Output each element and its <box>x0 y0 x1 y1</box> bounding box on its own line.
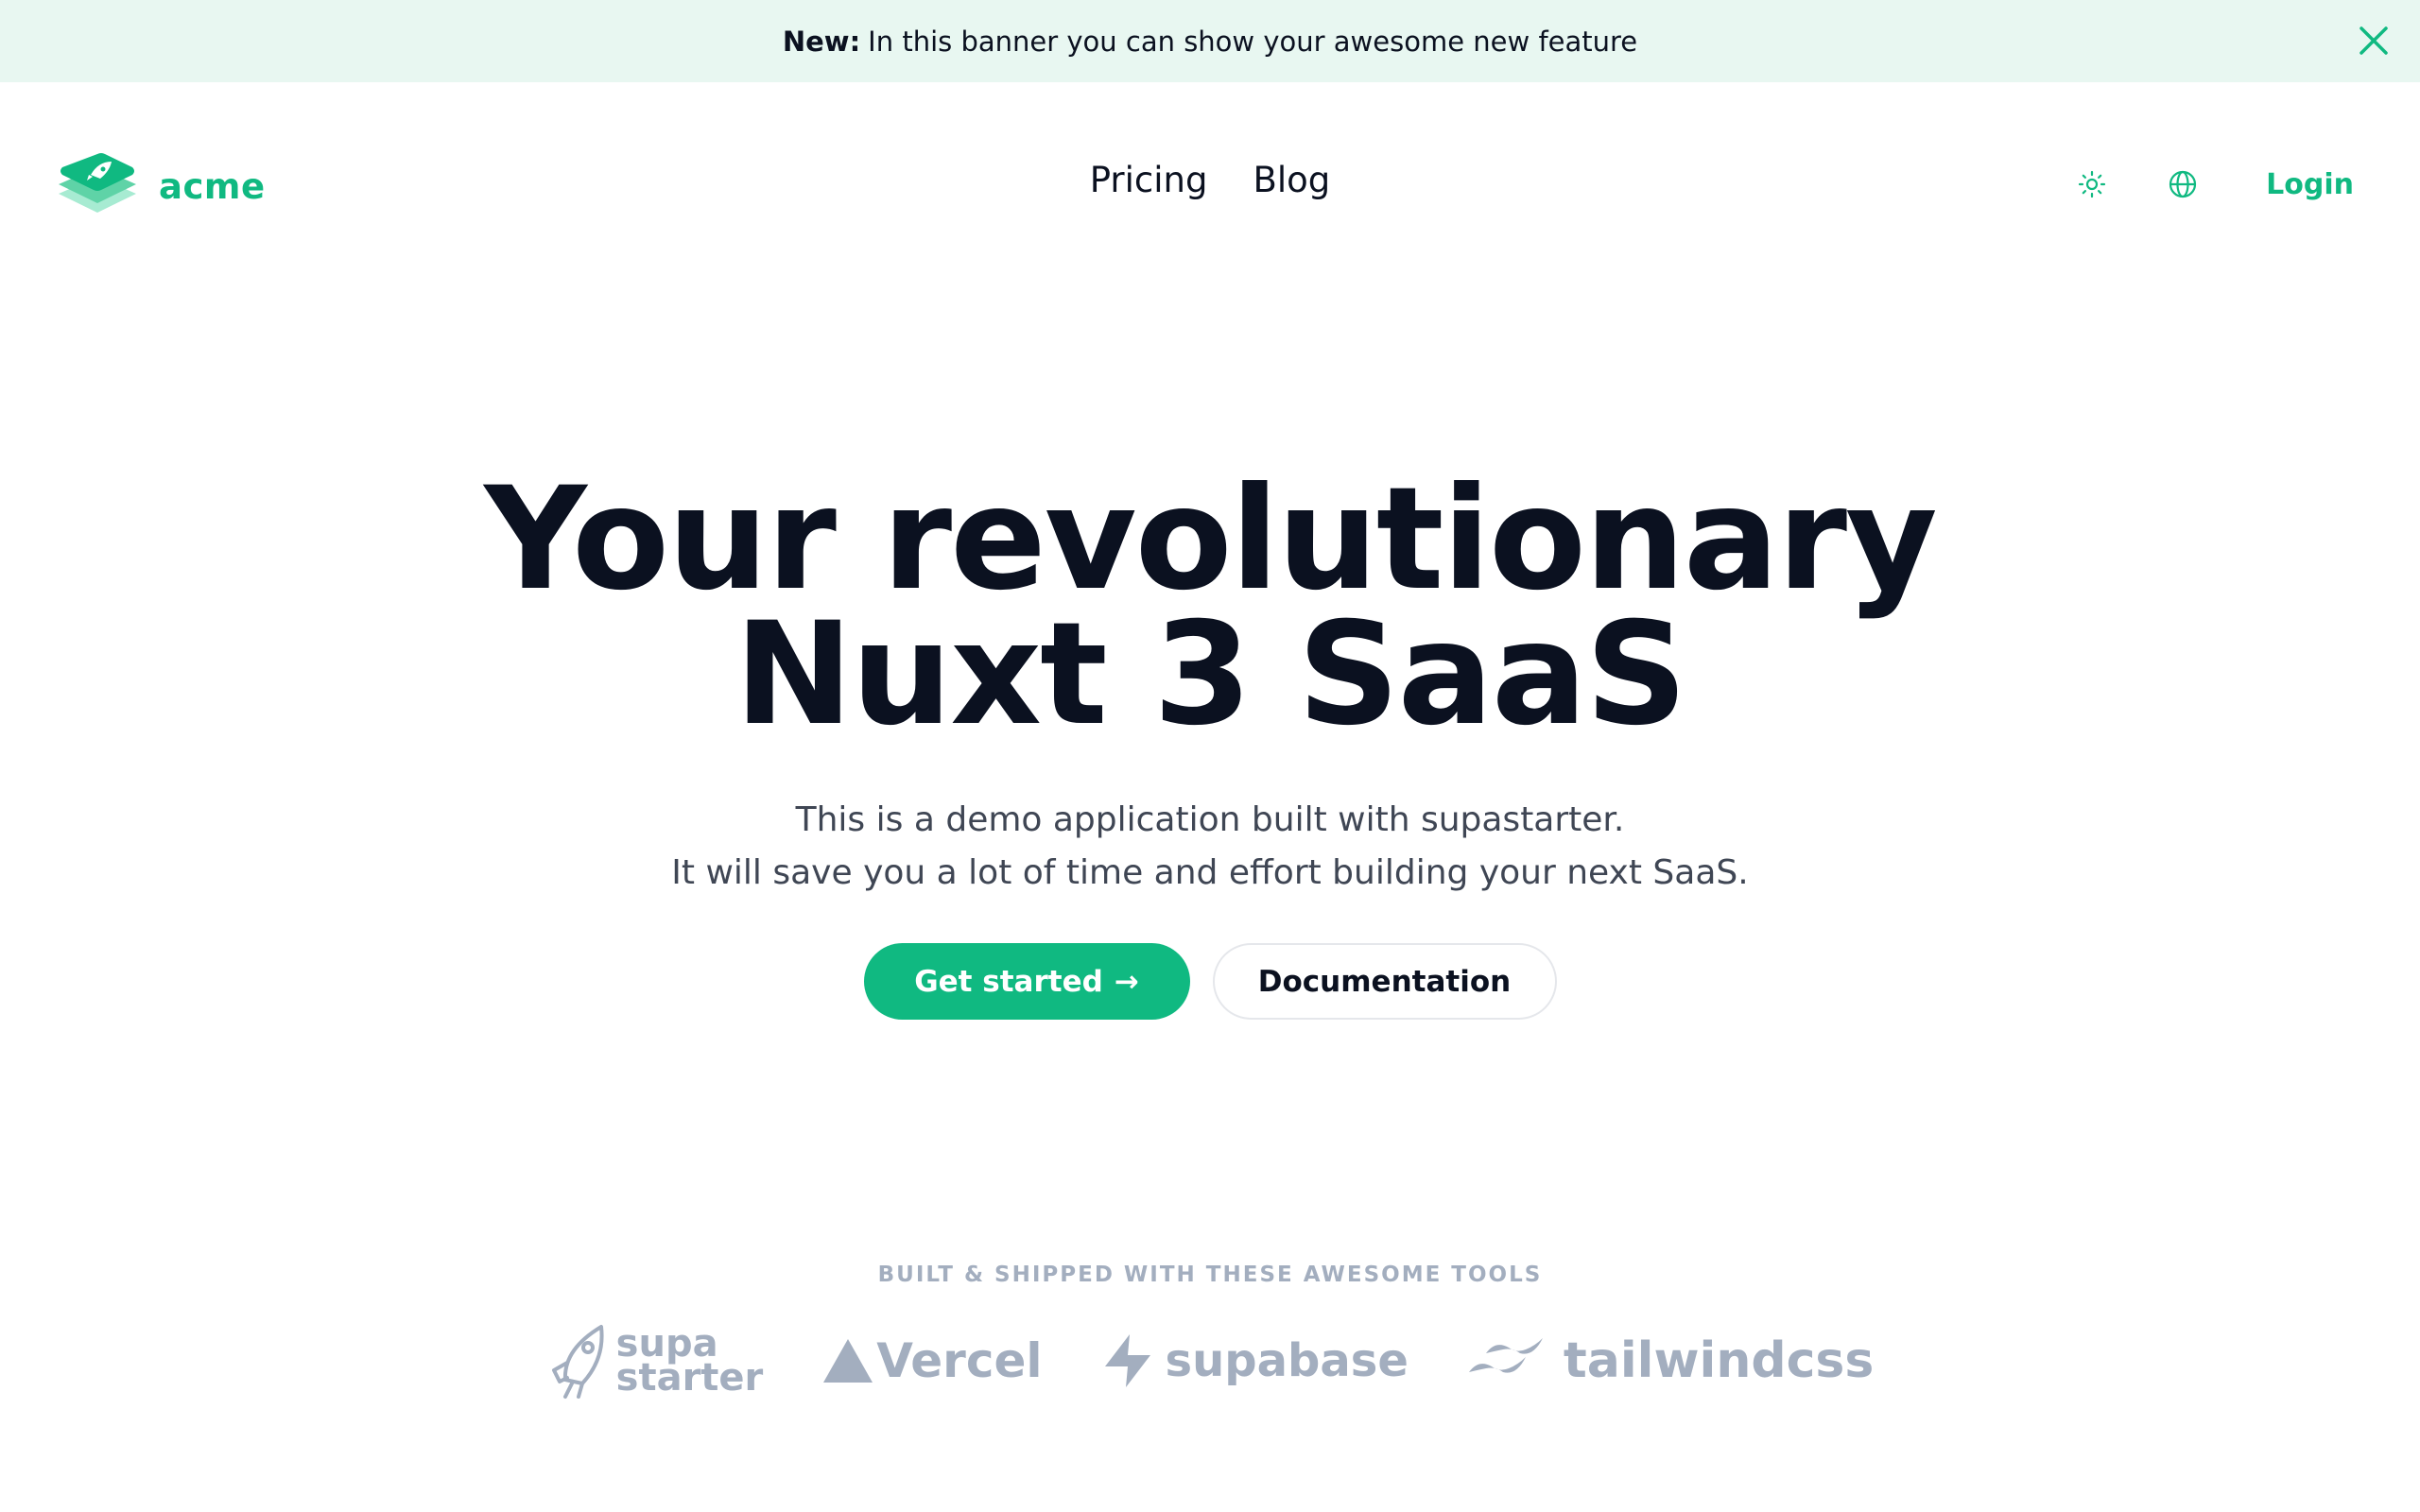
arrow-right-icon: → <box>1114 964 1139 999</box>
tailwind-logo: tailwindcss <box>1467 1332 1874 1389</box>
login-button[interactable]: Login <box>2266 168 2354 201</box>
globe-icon <box>2169 170 2197 198</box>
nav-actions: Login <box>2028 158 2354 211</box>
language-button[interactable] <box>2156 158 2209 211</box>
nav-link-pricing[interactable]: Pricing <box>1090 160 1208 200</box>
hero-actions: Get started → Documentation <box>0 943 2420 1020</box>
vercel-logo: Vercel <box>821 1333 1043 1388</box>
supastarter-logo: supa starter <box>546 1321 764 1400</box>
supabase-text: supabase <box>1165 1334 1409 1387</box>
hero-subtitle-line-1: This is a demo application built with su… <box>795 800 1625 839</box>
theme-toggle-button[interactable] <box>2066 158 2118 211</box>
hero-subtitle-line-2: It will save you a lot of time and effor… <box>671 853 1749 892</box>
tailwind-icon <box>1468 1338 1543 1373</box>
documentation-button[interactable]: Documentation <box>1212 943 1557 1020</box>
bolt-icon <box>1104 1334 1150 1387</box>
vercel-triangle-icon <box>823 1339 873 1383</box>
tools-logos: supa starter Vercel supabase tailwindcss <box>0 1314 2420 1408</box>
hero-title-line-2: Nuxt 3 SaaS <box>734 593 1687 757</box>
sun-icon <box>2079 170 2106 198</box>
supastarter-text-2: starter <box>615 1356 764 1400</box>
get-started-button[interactable]: Get started → <box>863 943 1190 1020</box>
hero-title-line-1: Your revolutionary <box>484 457 1938 622</box>
vercel-text: Vercel <box>876 1333 1043 1388</box>
close-banner-button[interactable] <box>2350 17 2397 64</box>
get-started-label: Get started <box>914 964 1103 999</box>
supabase-logo: supabase <box>1101 1332 1409 1389</box>
banner-label: New: <box>782 25 861 58</box>
documentation-label: Documentation <box>1257 964 1512 999</box>
rocket-outline-icon <box>551 1325 604 1399</box>
hero-subtitle: This is a demo application built with su… <box>0 794 2420 900</box>
tailwind-text: tailwindcss <box>1563 1332 1875 1389</box>
nav-link-blog[interactable]: Blog <box>1253 160 1330 200</box>
banner-text: In this banner you can show your awesome… <box>868 25 1638 58</box>
hero-title: Your revolutionary Nuxt 3 SaaS <box>0 457 2420 757</box>
navbar: acme Pricing Blog Login <box>0 82 2420 288</box>
announcement-banner: New: In this banner you can show your aw… <box>0 0 2420 82</box>
tools-heading: BUILT & SHIPPED WITH THESE AWESOME TOOLS <box>877 1263 1543 1287</box>
close-icon <box>2360 26 2388 55</box>
